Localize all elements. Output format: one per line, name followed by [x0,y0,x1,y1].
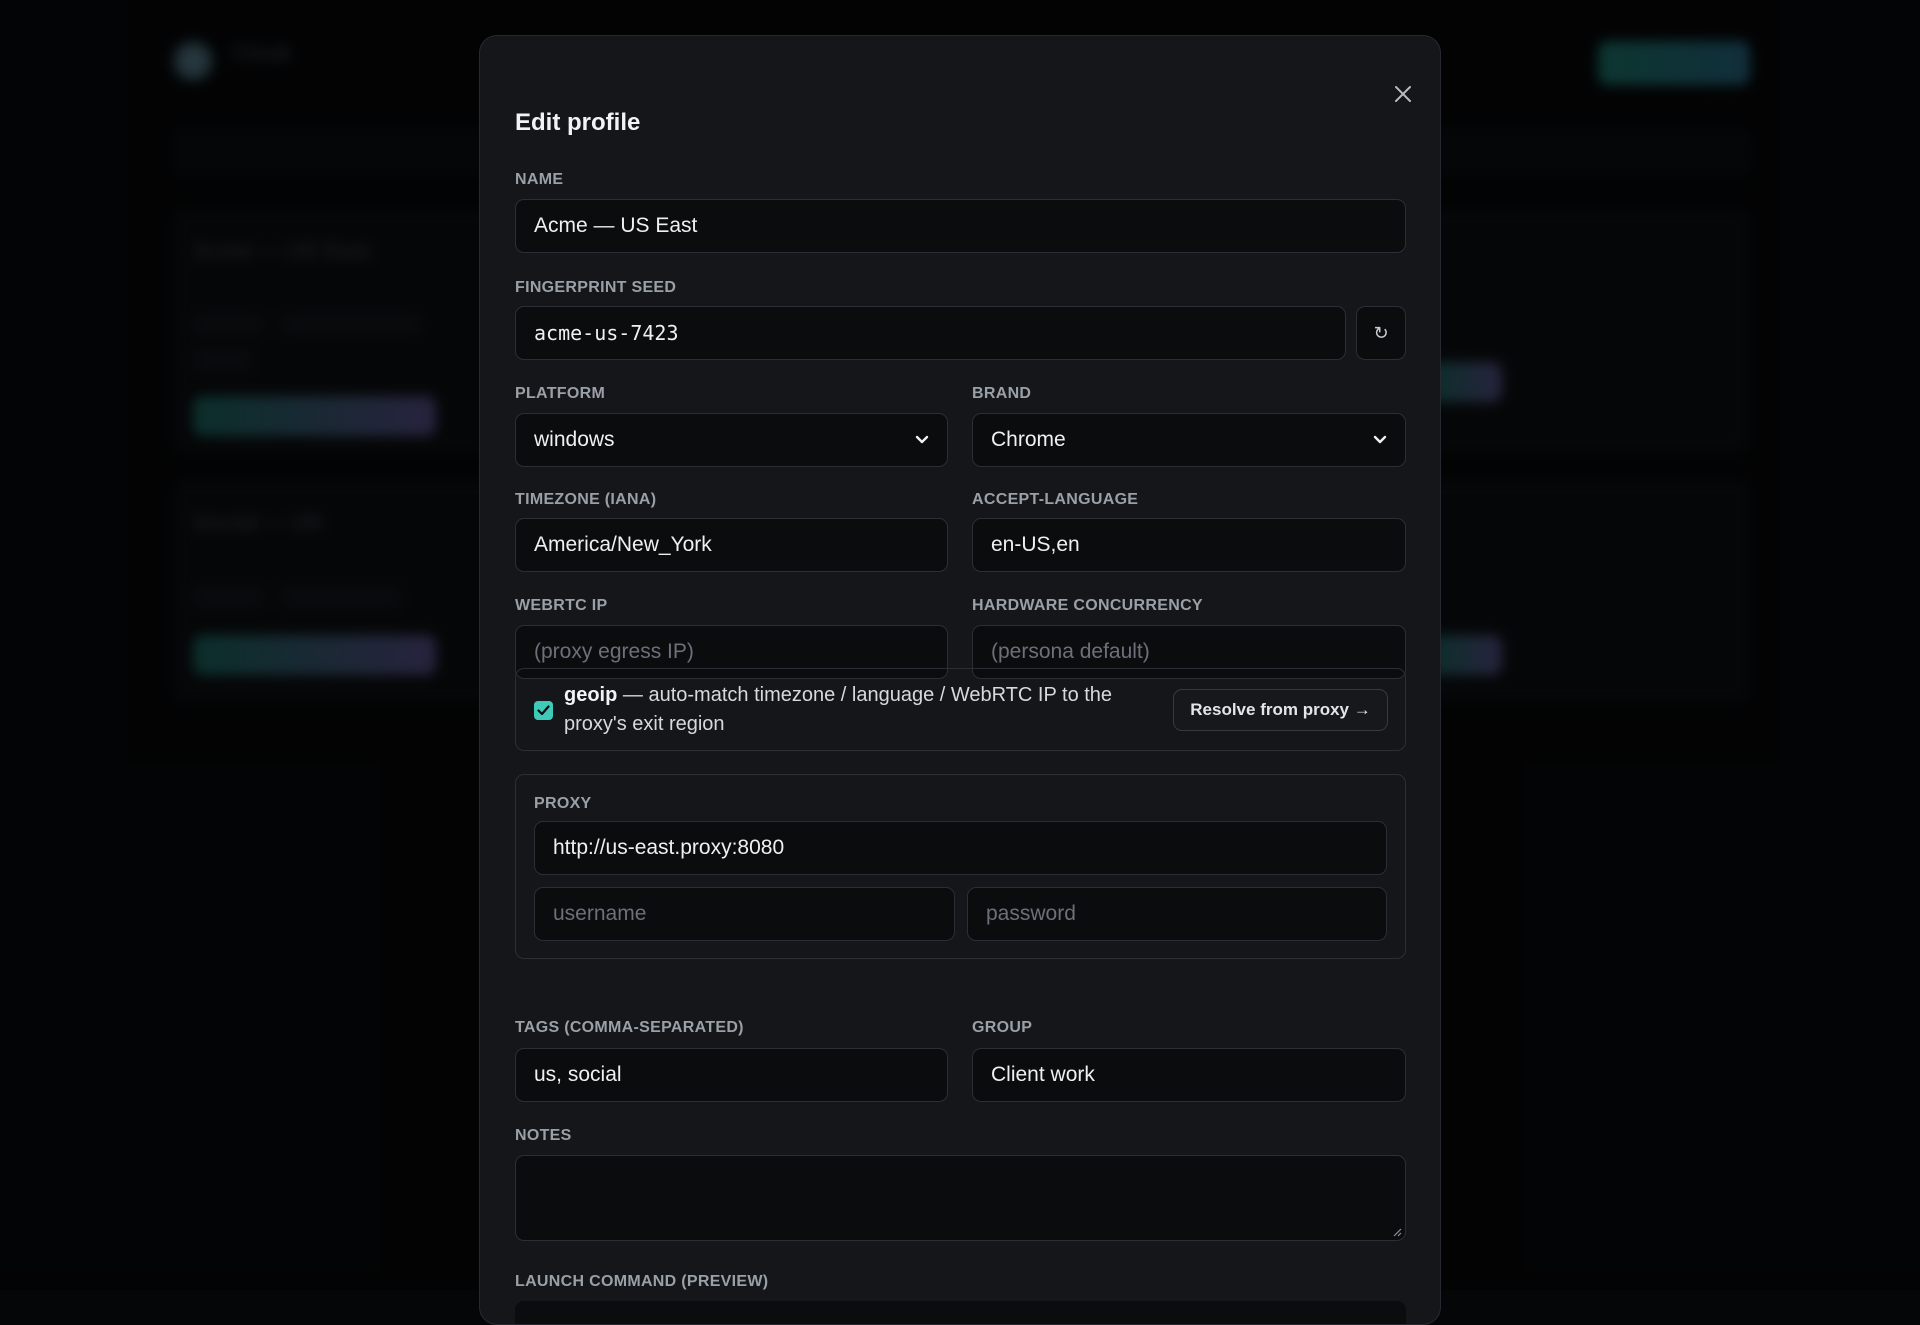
group-input[interactable]: Client work [972,1048,1406,1102]
resize-handle-icon[interactable] [1392,1227,1402,1237]
timezone-label: TIMEZONE (IANA) [515,491,656,509]
accept-language-input[interactable]: en-US,en [972,518,1406,572]
geoip-text: — auto-match timezone / language / WebRT… [564,684,1112,735]
geoip-description: geoip — auto-match timezone / language /… [564,681,1154,739]
accept-language-label: ACCEPT-LANGUAGE [972,491,1138,509]
brand-value: Chrome [991,428,1066,452]
close-button[interactable] [1386,77,1420,111]
refresh-icon: ↻ [1373,323,1388,344]
geoip-checkbox[interactable] [534,701,553,720]
modal-title: Edit profile [515,109,640,137]
proxy-username-input[interactable]: username [534,887,955,941]
fingerprint-input[interactable]: acme-us-7423 [515,306,1346,360]
edit-profile-modal: Edit profile NAME Acme — US East FINGERP… [479,35,1441,1325]
geoip-panel: geoip — auto-match timezone / language /… [515,668,1406,751]
platform-select[interactable]: windows [515,413,948,467]
notes-textarea[interactable] [515,1155,1406,1241]
launch-command-label: LAUNCH COMMAND (PREVIEW) [515,1273,768,1291]
platform-label: PLATFORM [515,385,605,403]
fingerprint-label: FINGERPRINT SEED [515,279,676,297]
proxy-panel: PROXY http://us-east.proxy:8080 username… [515,774,1406,959]
regenerate-seed-button[interactable]: ↻ [1356,306,1406,360]
proxy-password-input[interactable]: password [967,887,1387,941]
name-label: NAME [515,171,563,189]
brand-label: BRAND [972,385,1031,403]
name-input[interactable]: Acme — US East [515,199,1406,253]
notes-label: NOTES [515,1127,572,1145]
check-icon [537,705,550,716]
tags-input[interactable]: us, social [515,1048,948,1102]
hardware-label: HARDWARE CONCURRENCY [972,597,1203,615]
webrtc-label: WEBRTC IP [515,597,607,615]
launch-command-preview [515,1301,1406,1325]
proxy-url-input[interactable]: http://us-east.proxy:8080 [534,821,1387,875]
resolve-from-proxy-button[interactable]: Resolve from proxy → [1173,689,1388,731]
close-icon [1393,84,1413,104]
group-label: GROUP [972,1019,1032,1037]
platform-value: windows [534,428,615,452]
chevron-down-icon [1373,435,1387,445]
brand-select[interactable]: Chrome [972,413,1406,467]
proxy-label: PROXY [534,795,592,813]
tags-label: TAGS (COMMA-SEPARATED) [515,1019,744,1037]
chevron-down-icon [915,435,929,445]
geoip-keyword: geoip [564,684,617,706]
timezone-input[interactable]: America/New_York [515,518,948,572]
